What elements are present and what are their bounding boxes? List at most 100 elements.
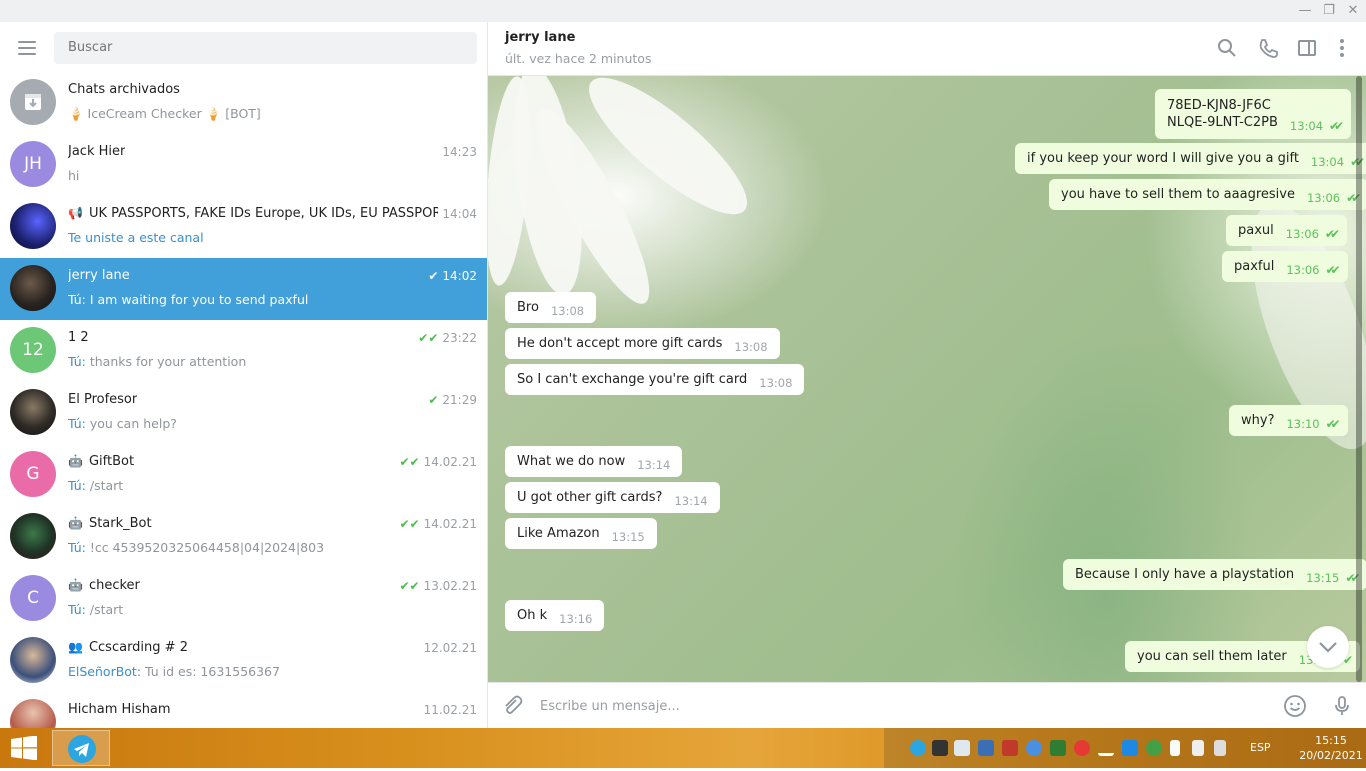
message-outgoing[interactable]: if you keep your word I will give you a … xyxy=(1015,143,1366,174)
peer-status: últ. vez hace 2 minutos xyxy=(505,51,652,66)
tray-app-icon[interactable] xyxy=(978,740,994,756)
chat-item-stark-bot[interactable]: 🤖 Stark_Bot Tú: !cc 4539520325064458|04|2… xyxy=(0,506,487,568)
avatar: C xyxy=(10,575,56,621)
tray-app-icon[interactable] xyxy=(1122,740,1138,756)
chat-name: jerry lane xyxy=(68,268,130,283)
message-input[interactable] xyxy=(540,693,1260,719)
minimize-button[interactable]: — xyxy=(1295,2,1315,20)
chat-time-row: ✔✔ 13.02.21 xyxy=(399,579,477,593)
chat-item-checker[interactable]: C 🤖 checker Tú: /start ✔✔ 13.02.21 xyxy=(0,568,487,630)
scrollbar-thumb[interactable] xyxy=(1356,76,1362,682)
message-incoming[interactable]: Like Amazon 13:15 xyxy=(505,518,657,549)
message-incoming[interactable]: He don't accept more gift cards 13:08 xyxy=(505,328,780,359)
chat-preview: hi xyxy=(68,168,80,183)
microphone-icon[interactable] xyxy=(1330,694,1354,718)
chat-item-hicham-hisham[interactable]: Hicham Hisham 11.02.21 xyxy=(0,692,487,728)
chat-preview: I am waiting for you to send paxful xyxy=(89,292,309,307)
chat-time: 14:02 xyxy=(442,269,477,283)
scroll-to-bottom-button[interactable] xyxy=(1307,626,1349,668)
attach-icon[interactable] xyxy=(500,694,524,718)
menu-icon[interactable] xyxy=(18,41,36,55)
message-outgoing[interactable]: you have to sell them to aaagresive 13:06… xyxy=(1049,179,1366,210)
search-input[interactable] xyxy=(54,32,477,64)
double-check-icon: ✔✔ xyxy=(399,517,420,531)
peer-name[interactable]: jerry lane xyxy=(505,30,575,45)
emoji-icon[interactable] xyxy=(1283,694,1307,718)
message-incoming[interactable]: Bro 13:08 xyxy=(505,292,597,323)
telegram-tray-icon[interactable] xyxy=(910,740,926,756)
chat-time: 21:29 xyxy=(442,393,477,407)
message-text: He don't accept more gift cards xyxy=(517,336,723,351)
message-outgoing[interactable]: why? 13:10 ✔✔ xyxy=(1229,405,1348,436)
chat-item-uk-passports[interactable]: 📢 UK PASSPORTS, FAKE IDs Europe, UK IDs, … xyxy=(0,196,487,258)
avatar xyxy=(10,699,56,728)
clock[interactable]: 15:15 20/02/2021 xyxy=(1298,733,1364,763)
chevron-down-icon xyxy=(1319,642,1337,653)
chat-item-archived[interactable]: Chats archivados 🍦 IceCream Checker 🍦 [B… xyxy=(0,72,487,134)
chat-preview-row: Tú: thanks for your attention xyxy=(68,354,246,369)
message-incoming[interactable]: So I can't exchange you're gift card 13:0… xyxy=(505,364,805,395)
conversation-panel: jerry lane últ. vez hace 2 minutos 78ED-… xyxy=(488,22,1366,728)
message-incoming[interactable]: U got other gift cards? 13:14 xyxy=(505,482,720,513)
message-outgoing[interactable]: 78ED-KJN8-JF6C NLQE-9LNT-C2PB 13:04 ✔✔ xyxy=(1155,89,1352,139)
message-text: paxful xyxy=(1234,259,1275,274)
system-tray xyxy=(884,728,1366,768)
windows-start-icon[interactable] xyxy=(10,735,38,761)
message-outgoing[interactable]: Because I only have a playstation 13:15 ✔✔ xyxy=(1063,559,1366,590)
chat-item-el-profesor[interactable]: El Profesor Tú: you can help? ✔ 21:29 xyxy=(0,382,487,444)
message-time: 13:16 xyxy=(559,612,593,626)
tray-app-icon[interactable] xyxy=(932,740,948,756)
message-outgoing[interactable]: paxful 13:06 ✔✔ xyxy=(1222,251,1348,282)
language-indicator[interactable]: ESP xyxy=(1250,741,1271,754)
message-text: why? xyxy=(1241,413,1275,428)
channel-icon: 📢 xyxy=(68,206,83,220)
message-area[interactable]: 78ED-KJN8-JF6C NLQE-9LNT-C2PB 13:04 ✔✔ if y… xyxy=(488,76,1366,682)
message-text: What we do now xyxy=(517,454,626,469)
tray-app-icon[interactable] xyxy=(954,740,970,756)
tray-app-icon[interactable] xyxy=(1026,740,1042,756)
chat-item-ccscarding[interactable]: 👥 Ccscarding # 2 ElSeñorBot: Tu id es: 16… xyxy=(0,630,487,692)
tray-app-icon[interactable] xyxy=(1050,740,1066,756)
power-icon[interactable] xyxy=(1192,740,1204,756)
chat-item-jerry-lane[interactable]: jerry lane Tú: I am waiting for you to s… xyxy=(0,258,487,320)
chat-name: checker xyxy=(88,578,140,593)
sidebar-toggle-icon[interactable] xyxy=(1296,37,1318,59)
opera-icon[interactable] xyxy=(1074,740,1090,756)
telegram-taskbar-button[interactable] xyxy=(52,730,110,766)
restore-button[interactable]: ❐ xyxy=(1319,2,1339,20)
sender-label: ElSeñorBot: xyxy=(68,664,142,679)
message-time: 13:04 xyxy=(1289,119,1324,133)
group-icon: 👥 xyxy=(68,640,83,654)
check-icon: ✔ xyxy=(428,393,439,407)
close-button[interactable]: ✕ xyxy=(1343,2,1363,20)
sender-label: Tú: xyxy=(68,602,86,617)
flag-icon[interactable] xyxy=(1170,740,1180,756)
avatar: JH xyxy=(10,141,56,187)
avatar: G xyxy=(10,451,56,497)
network-icon[interactable] xyxy=(1098,740,1114,756)
message-time: 13:06 xyxy=(1306,191,1341,205)
double-check-icon: ✔✔ xyxy=(1325,263,1341,277)
phone-icon[interactable] xyxy=(1257,37,1279,59)
message-time: 13:15 xyxy=(611,530,645,544)
chat-time: 14:23 xyxy=(442,145,477,159)
scrollbar[interactable] xyxy=(1356,76,1362,682)
chat-preview: /start xyxy=(89,478,124,493)
chat-item-giftbot[interactable]: G 🤖 GiftBot Tú: /start ✔✔ 14.02.21 xyxy=(0,444,487,506)
message-text: if you keep your word I will give you a … xyxy=(1027,151,1299,166)
tray-app-icon[interactable] xyxy=(1002,740,1018,756)
security-icon[interactable] xyxy=(1146,740,1162,756)
message-composer xyxy=(488,682,1366,728)
chat-item-jack-hier[interactable]: JH Jack Hier hi 14:23 xyxy=(0,134,487,196)
more-menu-icon[interactable] xyxy=(1331,37,1353,59)
sender-label: Tú: xyxy=(68,540,86,555)
search-icon[interactable] xyxy=(1216,37,1238,59)
volume-muted-icon[interactable] xyxy=(1214,740,1226,756)
message-text: So I can't exchange you're gift card xyxy=(517,372,748,387)
chat-item-1-2[interactable]: 12 1 2 Tú: thanks for your attention ✔✔ 2… xyxy=(0,320,487,382)
chat-name: UK PASSPORTS, FAKE IDs Europe, UK IDs, E… xyxy=(88,206,438,221)
message-outgoing[interactable]: paxul 13:06 ✔✔ xyxy=(1226,215,1348,246)
message-incoming[interactable]: Oh k 13:16 xyxy=(505,600,605,631)
message-incoming[interactable]: What we do now 13:14 xyxy=(505,446,683,477)
chat-preview: Tu id es: 1631556367 xyxy=(145,664,280,679)
